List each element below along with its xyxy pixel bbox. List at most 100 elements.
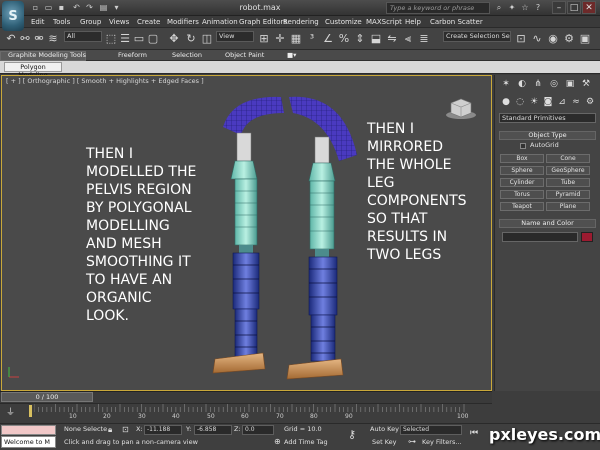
menu-group[interactable]: Group — [80, 17, 101, 27]
shapes-icon[interactable]: ◌ — [514, 96, 526, 108]
ribbon-options-icon[interactable]: ■▾ — [287, 51, 296, 60]
object-type-rollout[interactable]: Object Type — [499, 131, 596, 140]
lights-icon[interactable]: ☀ — [528, 96, 540, 108]
menu-edit[interactable]: Edit — [31, 17, 45, 27]
pivot-center-icon[interactable]: ⊞ — [257, 31, 271, 46]
menu-tools[interactable]: Tools — [53, 17, 70, 27]
key-mode-dropdown[interactable]: Selected — [400, 425, 462, 435]
curve-editor-icon[interactable]: ∿ — [530, 31, 544, 46]
object-name-input[interactable] — [502, 232, 578, 242]
geosphere-button[interactable]: GeoSphere — [546, 166, 590, 175]
mirror-icon[interactable]: ⇋ — [385, 31, 399, 46]
select-scale-icon[interactable]: ◫ — [200, 31, 214, 46]
edit-named-selection-icon[interactable]: ⬓ — [369, 31, 383, 46]
tab-selection[interactable]: Selection — [172, 51, 202, 60]
render-setup-icon[interactable]: ⚙ — [562, 31, 576, 46]
select-by-name-icon[interactable]: ☰ — [118, 31, 132, 46]
selection-lock-icon[interactable]: 🔒︎ — [108, 425, 112, 435]
display-tab-icon[interactable]: ▣ — [564, 78, 576, 90]
keyboard-shortcut-icon[interactable]: ▦ — [289, 31, 303, 46]
angle-snap-icon[interactable]: ∠ — [321, 31, 335, 46]
menu-create[interactable]: Create — [137, 17, 160, 27]
menu-help[interactable]: Help — [405, 17, 421, 27]
open-folder-icon[interactable]: ▭ — [43, 3, 54, 13]
menu-maxscript[interactable]: MAXScript — [366, 17, 402, 27]
plane-button[interactable]: Plane — [546, 202, 590, 211]
quick-access-dropdown-icon[interactable]: ▾ — [111, 3, 122, 13]
menu-graph-editors[interactable]: Graph Editors — [239, 17, 287, 27]
align-icon[interactable]: ⫷ — [401, 31, 415, 46]
key-filters-button[interactable]: Key Filters... — [422, 438, 462, 447]
close-button[interactable]: ✕ — [582, 1, 596, 14]
maxscript-listener-input[interactable]: Welcome to M — [1, 436, 56, 448]
absolute-mode-icon[interactable]: ⊡ — [122, 425, 129, 434]
key-filter-icon[interactable]: ⊶ — [408, 437, 416, 446]
motion-tab-icon[interactable]: ◎ — [548, 78, 560, 90]
minimize-button[interactable]: – — [552, 1, 566, 14]
autogrid-checkbox[interactable] — [520, 143, 526, 149]
graphite-toggle-icon[interactable]: ⊡ — [514, 31, 528, 46]
tab-object-paint[interactable]: Object Paint — [225, 51, 264, 60]
sphere-button[interactable]: Sphere — [500, 166, 544, 175]
menu-views[interactable]: Views — [109, 17, 129, 27]
add-time-tag-button[interactable]: Add Time Tag — [284, 438, 328, 447]
snaps-toggle-icon[interactable]: ³ — [305, 31, 319, 46]
app-logo-icon[interactable]: S — [2, 1, 24, 31]
menu-modifiers[interactable]: Modifiers — [167, 17, 199, 27]
select-move-icon[interactable]: ✥ — [167, 31, 181, 46]
bind-space-warp-icon[interactable]: ≋ — [46, 31, 60, 46]
go-to-start-icon[interactable]: ⏮ — [470, 428, 478, 438]
x-coord-field[interactable]: -11.188 — [144, 425, 182, 435]
tab-freeform[interactable]: Freeform — [118, 51, 147, 60]
select-object-icon[interactable]: ⬚ — [104, 31, 118, 46]
pyramid-button[interactable]: Pyramid — [546, 190, 590, 199]
undo-scene-icon[interactable]: ↶ — [4, 31, 18, 46]
unlink-icon[interactable]: ⚮ — [32, 31, 46, 46]
name-and-color-rollout[interactable]: Name and Color — [499, 219, 596, 228]
z-coord-field[interactable]: 0.0 — [242, 425, 274, 435]
undo-icon[interactable]: ↶ — [71, 3, 82, 13]
menu-carbon-scatter[interactable]: Carbon Scatter — [430, 17, 483, 27]
layer-manager-icon[interactable]: ≣ — [417, 31, 431, 46]
teapot-button[interactable]: Teapot — [500, 202, 544, 211]
time-tag-icon[interactable]: ⊕ — [274, 437, 281, 446]
time-slider-thumb[interactable]: 0 / 100 — [1, 392, 93, 402]
redo-icon[interactable]: ↷ — [84, 3, 95, 13]
window-crossing-icon[interactable]: ▢ — [146, 31, 160, 46]
torus-button[interactable]: Torus — [500, 190, 544, 199]
space-warps-icon[interactable]: ≈ — [570, 96, 582, 108]
viewcube-icon[interactable] — [453, 97, 477, 121]
create-tab-icon[interactable]: ✶ — [500, 78, 512, 90]
material-editor-icon[interactable]: ◉ — [546, 31, 560, 46]
project-folder-icon[interactable]: ▤ — [98, 3, 109, 13]
menu-rendering[interactable]: Rendering — [283, 17, 319, 27]
object-color-swatch[interactable] — [581, 232, 593, 242]
spinner-snap-icon[interactable]: ⇕ — [353, 31, 367, 46]
select-link-icon[interactable]: ⚯ — [18, 31, 32, 46]
maximize-button[interactable]: □ — [567, 1, 581, 14]
save-icon[interactable]: ▪ — [56, 3, 67, 13]
cone-button[interactable]: Cone — [546, 154, 590, 163]
tab-graphite-modeling-tools[interactable]: Graphite Modeling Tools — [8, 51, 86, 60]
select-rotate-icon[interactable]: ↻ — [184, 31, 198, 46]
subtab-polygon-modeling[interactable]: Polygon Modeling — [4, 62, 62, 79]
selection-filter-dropdown[interactable]: All — [64, 31, 102, 42]
named-selection-dropdown[interactable]: Create Selection Se — [443, 31, 511, 42]
hierarchy-tab-icon[interactable]: ⋔ — [532, 78, 544, 90]
y-coord-field[interactable]: -6.858 — [194, 425, 232, 435]
percent-snap-icon[interactable]: % — [337, 31, 351, 46]
box-button[interactable]: Box — [500, 154, 544, 163]
auto-key-button[interactable]: Auto Key — [370, 425, 399, 434]
tube-button[interactable]: Tube — [546, 178, 590, 187]
favorites-star-icon[interactable]: ☆ — [520, 3, 530, 13]
modify-tab-icon[interactable]: ◐ — [516, 78, 528, 90]
utilities-tab-icon[interactable]: ⚒ — [580, 78, 592, 90]
search-icon[interactable]: ⌕ — [494, 3, 504, 13]
render-frame-icon[interactable]: ▣ — [578, 31, 592, 46]
manipulate-icon[interactable]: ✛ — [273, 31, 287, 46]
cameras-icon[interactable]: ◙ — [542, 96, 554, 108]
maxscript-listener-top[interactable] — [1, 425, 56, 435]
selection-region-icon[interactable]: ▭ — [132, 31, 146, 46]
mini-curve-editor-icon[interactable]: ⏚ — [6, 405, 15, 418]
primitive-category-dropdown[interactable]: Standard Primitives — [499, 113, 596, 123]
